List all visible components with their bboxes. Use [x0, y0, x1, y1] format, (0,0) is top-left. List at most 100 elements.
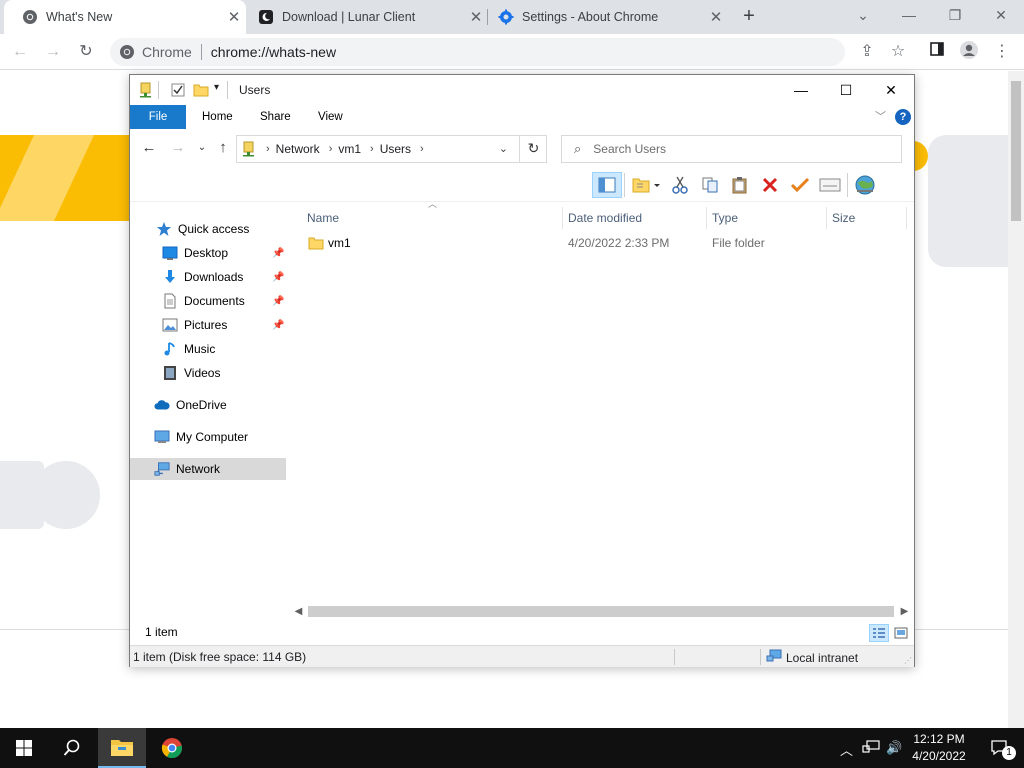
network-status-icon[interactable]: [862, 740, 880, 757]
breadcrumb-chevron-icon[interactable]: ›: [370, 143, 374, 155]
breadcrumb-chevron-icon[interactable]: ›: [329, 143, 333, 155]
breadcrumb-network[interactable]: Network: [276, 142, 320, 156]
breadcrumb-chevron-icon[interactable]: ›: [420, 143, 424, 155]
copy-icon[interactable]: [695, 172, 725, 198]
nav-music[interactable]: Music: [162, 338, 215, 360]
reload-button[interactable]: ↻: [74, 40, 98, 64]
details-view-icon[interactable]: [869, 624, 889, 642]
globe-icon[interactable]: [850, 172, 880, 198]
rename-check-icon[interactable]: [785, 172, 815, 198]
recent-locations-icon[interactable]: ⌄: [192, 138, 212, 158]
action-center-button[interactable]: 1: [976, 728, 1024, 768]
column-separator[interactable]: [562, 207, 563, 229]
close-window-button[interactable]: ✕: [978, 0, 1024, 34]
share-icon[interactable]: ⇪: [855, 40, 879, 64]
profile-avatar-icon[interactable]: [957, 40, 981, 64]
taskbar-file-explorer[interactable]: [98, 728, 146, 768]
tab-whats-new[interactable]: What's New ✕: [4, 0, 246, 34]
column-separator[interactable]: [826, 207, 827, 229]
address-bar[interactable]: Chrome chrome://whats-new: [110, 38, 845, 66]
nav-label: Music: [184, 342, 216, 356]
horizontal-scrollbar-thumb[interactable]: [308, 606, 894, 617]
horizontal-scrollbar[interactable]: ◀ ▶: [290, 603, 914, 620]
delete-icon[interactable]: [755, 172, 785, 198]
explorer-address-bar[interactable]: › Network › vm1 › Users › ⌄: [236, 135, 547, 163]
column-header-size[interactable]: Size: [832, 207, 904, 229]
back-button[interactable]: ←: [8, 40, 32, 64]
restore-button[interactable]: ❐: [932, 0, 978, 34]
address-dropdown-icon[interactable]: ⌄: [499, 142, 508, 155]
page-scrollbar-thumb[interactable]: [1011, 81, 1021, 221]
nav-videos[interactable]: Videos: [162, 362, 220, 384]
nav-quick-access[interactable]: Quick access: [156, 218, 249, 240]
column-separator[interactable]: [706, 207, 707, 229]
column-separator[interactable]: [906, 207, 907, 229]
nav-documents[interactable]: Documents 📌: [162, 290, 290, 312]
scroll-left-icon[interactable]: ◀: [290, 603, 307, 620]
new-tab-button[interactable]: +: [738, 5, 760, 27]
refresh-button[interactable]: ↻: [519, 135, 547, 163]
back-arrow-icon[interactable]: ←: [139, 138, 159, 158]
nav-downloads[interactable]: Downloads 📌: [162, 266, 290, 288]
show-hidden-icons-icon[interactable]: ︿: [840, 740, 853, 759]
new-item-icon[interactable]: [627, 172, 665, 198]
tab-lunar-client[interactable]: Download | Lunar Client ✕: [240, 0, 488, 34]
paste-icon[interactable]: [725, 172, 755, 198]
properties-check-icon[interactable]: [170, 82, 186, 98]
explorer-maximize-button[interactable]: ☐: [823, 75, 869, 105]
forward-arrow-icon[interactable]: →: [168, 138, 188, 158]
help-icon[interactable]: ?: [895, 109, 911, 125]
up-arrow-icon[interactable]: ↑: [213, 138, 233, 158]
breadcrumb-users[interactable]: Users: [380, 142, 411, 156]
search-input[interactable]: [593, 142, 874, 156]
taskbar-search-button[interactable]: [48, 728, 96, 768]
lunar-client-icon: [258, 9, 274, 25]
pin-icon[interactable]: 📌: [272, 320, 284, 331]
tab-search-icon[interactable]: ⌄: [840, 0, 886, 34]
search-icon: [63, 739, 80, 756]
tab-close-icon[interactable]: ✕: [704, 8, 728, 26]
ribbon-tab-file[interactable]: File: [130, 105, 186, 129]
side-panel-icon[interactable]: [925, 40, 949, 64]
taskbar-clock[interactable]: 12:12 PM 4/20/2022: [900, 731, 978, 765]
column-header-name[interactable]: Name: [307, 207, 557, 229]
column-header-date-modified[interactable]: Date modified: [568, 207, 704, 229]
pin-icon[interactable]: 📌: [272, 248, 284, 259]
minimize-button[interactable]: —: [886, 0, 932, 34]
pin-icon[interactable]: 📌: [272, 296, 284, 307]
omnibox-url[interactable]: chrome://whats-new: [211, 44, 336, 60]
preview-pane-icon[interactable]: [592, 172, 622, 198]
explorer-minimize-button[interactable]: —: [778, 75, 824, 105]
nav-label: Documents: [184, 294, 245, 308]
expand-ribbon-icon[interactable]: ﹀: [875, 108, 886, 124]
file-explorer-window: ▾ Users — ☐ ✕ File Home Share View ﹀ ? ←…: [129, 74, 915, 667]
nav-desktop[interactable]: Desktop 📌: [162, 242, 290, 264]
nav-pictures[interactable]: Pictures 📌: [162, 314, 290, 336]
scroll-right-icon[interactable]: ▶: [896, 603, 913, 620]
file-row[interactable]: vm1 4/20/2022 2:33 PM File folder: [302, 233, 902, 255]
tab-settings[interactable]: Settings - About Chrome ✕: [480, 0, 728, 34]
desktop-icon: [162, 245, 178, 261]
explorer-close-button[interactable]: ✕: [868, 75, 914, 105]
resize-grip-icon[interactable]: ⋰: [904, 656, 912, 665]
cut-icon[interactable]: [665, 172, 695, 198]
properties-icon[interactable]: [815, 172, 845, 198]
chrome-menu-icon[interactable]: ⋮: [990, 40, 1014, 64]
bookmark-star-icon[interactable]: ☆: [886, 40, 910, 64]
ribbon-tab-view[interactable]: View: [306, 105, 355, 129]
forward-button[interactable]: →: [41, 40, 65, 64]
ribbon-tab-home[interactable]: Home: [190, 105, 245, 129]
nav-my-computer[interactable]: My Computer: [154, 426, 248, 448]
column-header-type[interactable]: Type: [712, 207, 824, 229]
start-button[interactable]: [0, 728, 48, 768]
pin-icon[interactable]: 📌: [272, 272, 284, 283]
search-box[interactable]: ⌕: [561, 135, 902, 163]
nav-network[interactable]: Network: [130, 458, 286, 480]
breadcrumb-chevron-icon[interactable]: ›: [266, 143, 270, 155]
large-icons-view-icon[interactable]: [891, 624, 911, 642]
breadcrumb-vm1[interactable]: vm1: [338, 142, 361, 156]
new-folder-icon[interactable]: [193, 82, 209, 98]
taskbar-chrome[interactable]: [148, 728, 196, 768]
ribbon-tab-share[interactable]: Share: [248, 105, 303, 129]
nav-onedrive[interactable]: OneDrive: [154, 394, 227, 416]
